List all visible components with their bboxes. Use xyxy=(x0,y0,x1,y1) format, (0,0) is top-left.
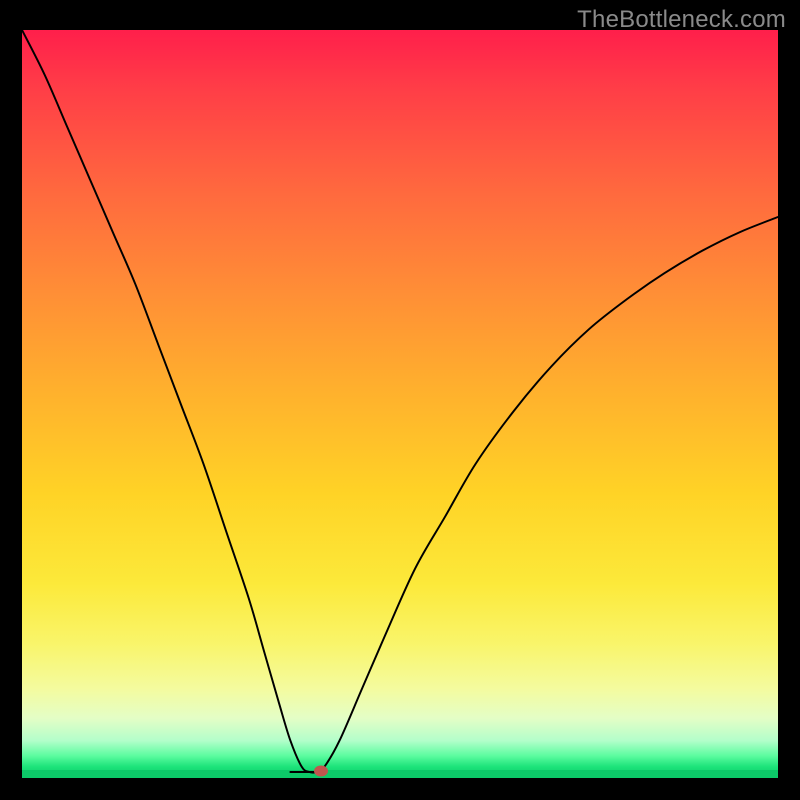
bottleneck-curve xyxy=(22,30,778,778)
curve-path xyxy=(22,30,778,773)
optimum-marker xyxy=(314,765,328,776)
plot-area xyxy=(22,30,778,778)
chart-frame: TheBottleneck.com xyxy=(0,0,800,800)
